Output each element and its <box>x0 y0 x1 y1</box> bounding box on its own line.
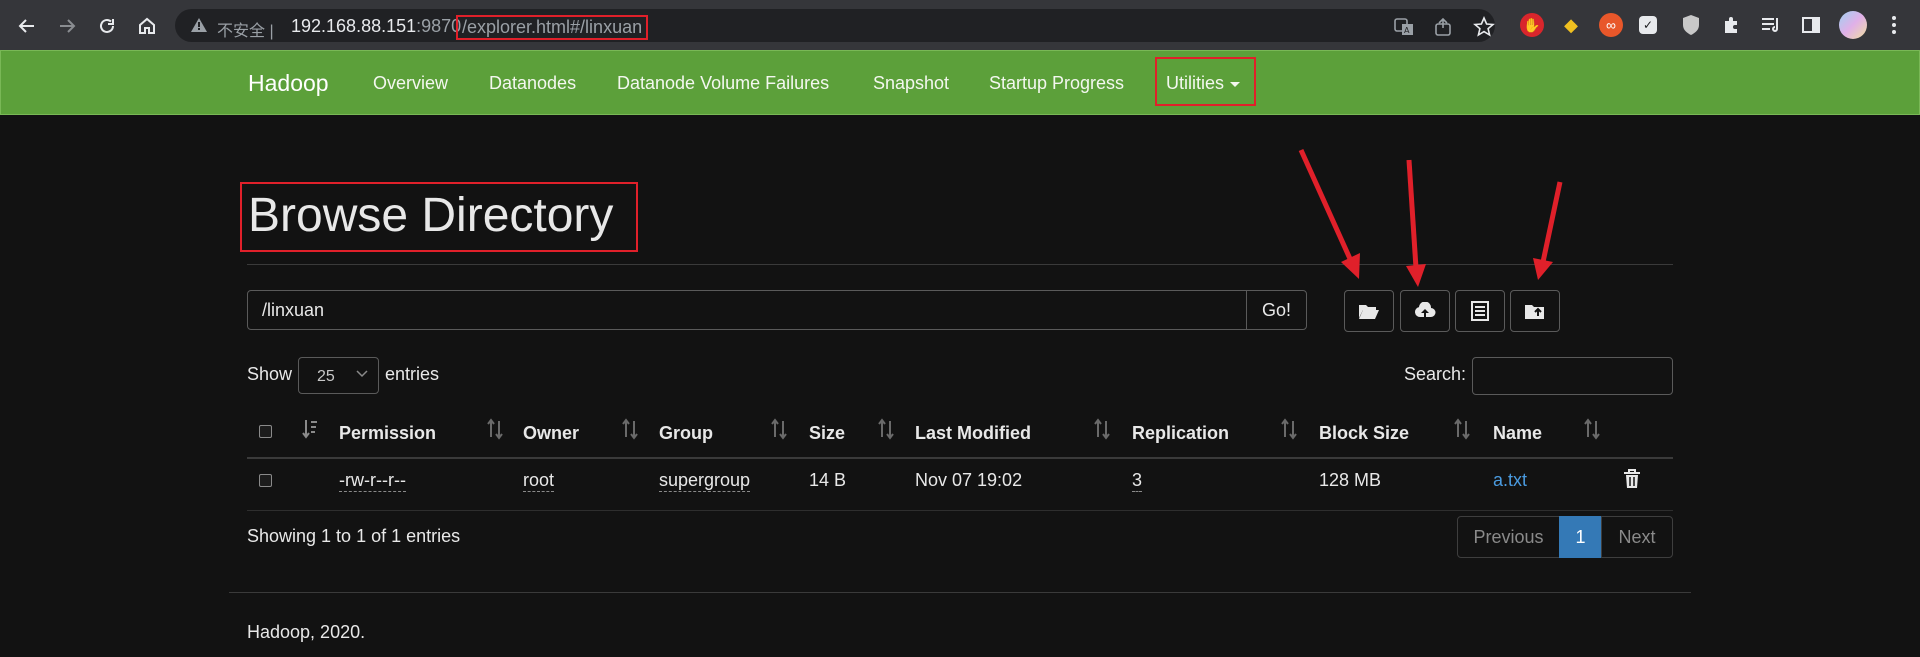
folder-arrow-icon <box>1525 305 1544 319</box>
column-header-permission[interactable]: Permission <box>339 423 436 444</box>
sort-both-icon[interactable] <box>770 418 788 440</box>
go-button[interactable]: Go! <box>1246 290 1307 330</box>
chevron-down-icon <box>356 370 368 378</box>
sort-both-icon[interactable] <box>877 418 895 440</box>
select-all-checkbox[interactable] <box>259 425 272 438</box>
url-host: 192.168.88.151:9870 <box>291 16 462 36</box>
nav-snapshot[interactable]: Snapshot <box>873 73 949 94</box>
reload-icon <box>100 18 114 33</box>
url-path-highlight: /explorer.html#/linxuan <box>456 15 649 40</box>
upload-file-button[interactable] <box>1400 290 1450 332</box>
cell-owner[interactable]: root <box>523 470 555 492</box>
sort-both-icon[interactable] <box>621 418 639 440</box>
table-info: Showing 1 to 1 of 1 entries <box>247 526 461 546</box>
folder-open-icon <box>1359 305 1379 319</box>
title-divider <box>247 264 1673 265</box>
cell-replication[interactable]: 3 <box>1132 470 1143 492</box>
title-highlight-box <box>240 182 638 252</box>
column-header-name[interactable]: Name <box>1493 423 1542 444</box>
warning-icon <box>191 18 207 32</box>
sort-both-icon[interactable] <box>1453 418 1471 440</box>
utilities-highlight-box <box>1155 57 1256 106</box>
cell-block-size: 128 MB <box>1319 470 1382 490</box>
extension-shield-icon[interactable] <box>1679 13 1703 37</box>
menu-kebab-icon[interactable] <box>1882 13 1906 37</box>
column-header-replication[interactable]: Replication <box>1132 423 1229 444</box>
bookmark-star-icon[interactable] <box>1473 16 1495 38</box>
page-1-button[interactable]: 1 <box>1559 516 1602 558</box>
extensions-puzzle-icon[interactable] <box>1719 13 1743 37</box>
folder-action-button[interactable] <box>1510 290 1560 332</box>
entries-per-page-select[interactable]: 25 <box>298 357 379 394</box>
side-panel-icon[interactable] <box>1799 13 1823 37</box>
share-icon[interactable] <box>1433 16 1455 38</box>
cloud-upload-icon <box>1415 302 1436 318</box>
translate-icon[interactable]: A <box>1393 16 1415 38</box>
back-button[interactable] <box>14 13 40 39</box>
create-directory-button[interactable] <box>1344 290 1394 332</box>
url-port: :9870 <box>416 16 462 36</box>
sort-icon[interactable] <box>301 418 319 440</box>
nav-startup-progress[interactable]: Startup Progress <box>989 73 1124 94</box>
column-header-owner[interactable]: Owner <box>523 423 579 444</box>
search-input[interactable] <box>1472 357 1673 395</box>
brand-logo[interactable]: Hadoop <box>248 70 329 97</box>
cell-size: 14 B <box>809 470 847 490</box>
column-header-size[interactable]: Size <box>809 423 845 444</box>
cell-last-modified: Nov 07 19:02 <box>915 470 1023 490</box>
arrow-right-icon <box>60 19 76 33</box>
sort-both-icon[interactable] <box>486 418 504 440</box>
entries-label: entries <box>385 364 440 384</box>
directory-path-input[interactable] <box>247 290 1247 330</box>
sort-both-icon[interactable] <box>1583 418 1601 440</box>
cell-permission[interactable]: -rw-r--r-- <box>339 470 406 492</box>
row-checkbox[interactable] <box>259 474 272 487</box>
forward-button[interactable] <box>54 13 80 39</box>
nav-overview[interactable]: Overview <box>373 73 448 94</box>
home-icon <box>139 17 155 34</box>
profile-avatar[interactable] <box>1839 11 1867 39</box>
address-bar[interactable]: 不安全 | 192.168.88.151:9870 /explorer.html… <box>175 9 1495 42</box>
arrow-left-icon <box>18 19 34 33</box>
nav-datanode-volume-failures[interactable]: Datanode Volume Failures <box>617 73 829 94</box>
reload-button[interactable] <box>94 13 120 39</box>
table-row-divider <box>247 510 1673 511</box>
show-label: Show <box>247 364 293 384</box>
previous-page-button[interactable]: Previous <box>1457 516 1560 558</box>
trash-icon[interactable] <box>1623 469 1641 489</box>
file-name-link[interactable]: a.txt <box>1493 470 1527 491</box>
sort-both-icon[interactable] <box>1280 418 1298 440</box>
entries-value: 25 <box>317 368 335 385</box>
svg-text:A: A <box>1404 26 1410 35</box>
next-page-button[interactable]: Next <box>1601 516 1673 558</box>
browser-toolbar: 不安全 | 192.168.88.151:9870 /explorer.html… <box>0 0 1920 50</box>
column-header-block-size[interactable]: Block Size <box>1319 423 1409 444</box>
nav-datanodes[interactable]: Datanodes <box>489 73 576 94</box>
footer-text: Hadoop, 2020. <box>247 622 366 642</box>
footer-divider <box>229 592 1691 593</box>
column-header-last-modified[interactable]: Last Modified <box>915 423 1031 444</box>
home-button[interactable] <box>134 13 160 39</box>
extension-color-icon[interactable]: ◆ <box>1559 13 1583 37</box>
cell-group[interactable]: supergroup <box>659 470 751 492</box>
extension-hand-icon[interactable]: ✋ <box>1520 13 1544 37</box>
column-header-group[interactable]: Group <box>659 423 713 444</box>
table-header-divider <box>247 457 1673 459</box>
search-label: Search: <box>1404 364 1467 384</box>
media-queue-icon[interactable] <box>1759 13 1783 37</box>
extension-check-icon[interactable]: ✓ <box>1639 16 1657 34</box>
security-status[interactable]: 不安全 | <box>217 17 274 41</box>
cut-paste-button[interactable] <box>1455 290 1505 332</box>
top-navbar: Hadoop Overview Datanodes Datanode Volum… <box>0 50 1920 115</box>
extension-infinity-icon[interactable]: ∞ <box>1599 13 1623 37</box>
sort-both-icon[interactable] <box>1093 418 1111 440</box>
list-icon <box>1471 301 1489 321</box>
